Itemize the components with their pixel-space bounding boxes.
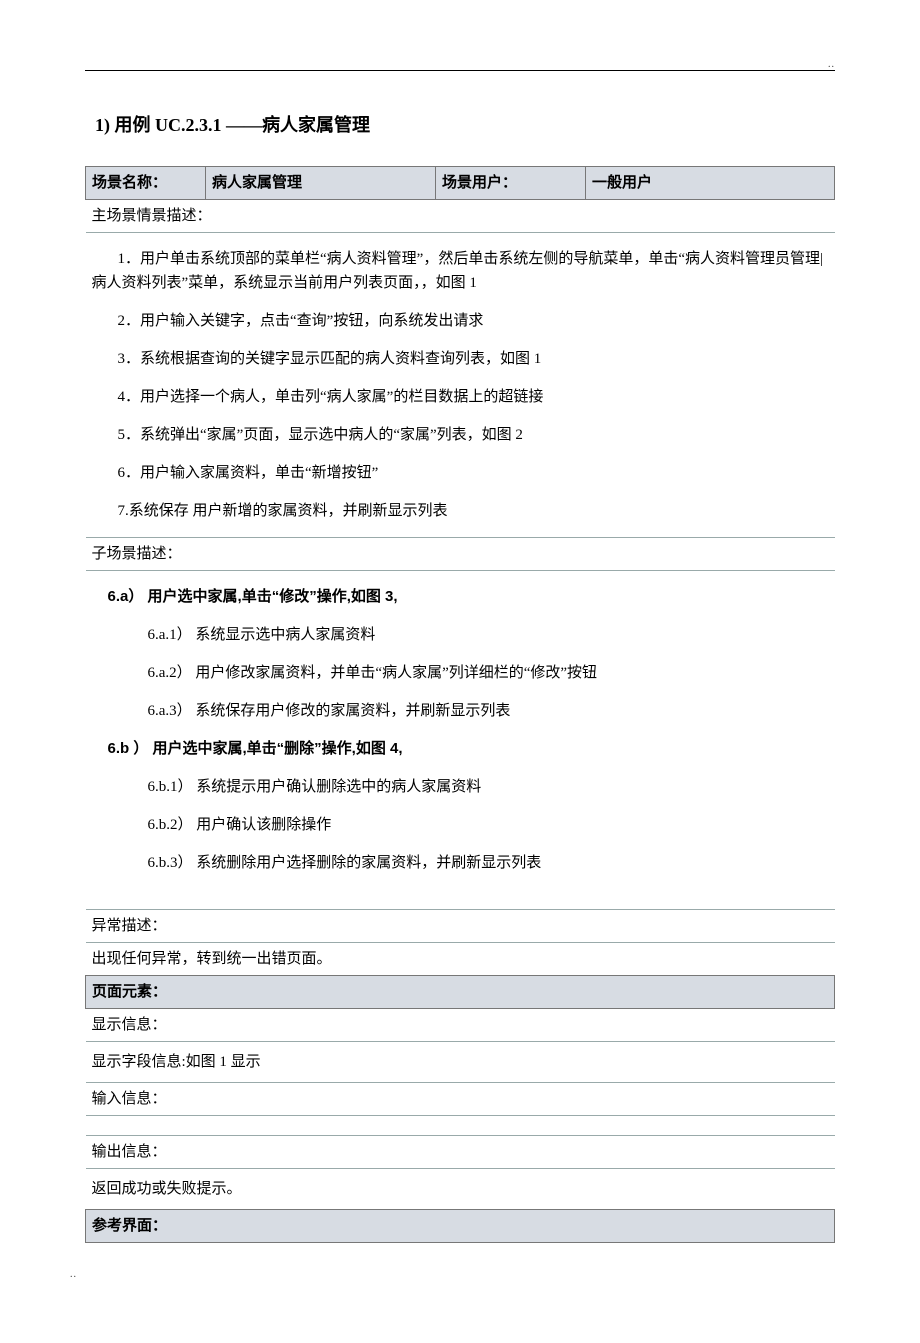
scene-name-value: 病人家属管理 — [206, 166, 436, 199]
sub-b-step: 6.b.3） 系统删除用户选择删除的家属资料，并刷新显示列表 — [92, 851, 829, 875]
sub-b-step: 6.b.2） 用户确认该删除操作 — [92, 813, 829, 837]
main-step: 3．系统根据查询的关键字显示匹配的病人资料查询列表，如图 1 — [92, 347, 829, 371]
main-step: 5．系统弹出“家属”页面，显示选中病人的“家属”列表，如图 2 — [92, 423, 829, 447]
use-case-title: 1) 用例 UC.2.3.1 ——病人家属管理 — [95, 111, 835, 140]
exception-label: 异常描述： — [86, 909, 835, 942]
top-rule: .. — [85, 70, 835, 71]
document-page: .. 1) 用例 UC.2.3.1 ——病人家属管理 场景名称： 病人家属管理 … — [0, 0, 920, 1343]
use-case-table: 场景名称： 病人家属管理 场景用户： 一般用户 主场景情景描述： 1．用户单击系… — [85, 166, 835, 1243]
scene-name-label: 场景名称： — [86, 166, 206, 199]
header-mark: .. — [828, 57, 835, 73]
main-step: 2．用户输入关键字，点击“查询”按钮，向系统发出请求 — [92, 309, 829, 333]
sub-a-step: 6.a.2） 用户修改家属资料，并单击“病人家属”列详细栏的“修改”按钮 — [92, 661, 829, 685]
main-step: 6．用户输入家属资料，单击“新增按钮” — [92, 461, 829, 485]
input-empty — [86, 1115, 835, 1135]
sub-scene-label: 子场景描述： — [86, 537, 835, 570]
display-label: 显示信息： — [86, 1008, 835, 1041]
sub-b-heading: 6.b ） 用户选中家属,单击“删除”操作,如图 4, — [92, 737, 829, 761]
scene-user-label: 场景用户： — [436, 166, 586, 199]
footer-mark: .. — [70, 1267, 77, 1283]
main-steps-cell: 1．用户单击系统顶部的菜单栏“病人资料管理”，然后单击系统左侧的导航菜单，单击“… — [86, 232, 835, 537]
main-step: 1．用户单击系统顶部的菜单栏“病人资料管理”，然后单击系统左侧的导航菜单，单击“… — [92, 247, 829, 295]
page-elements-label: 页面元素： — [86, 975, 835, 1008]
input-label: 输入信息： — [86, 1082, 835, 1115]
display-text: 显示字段信息:如图 1 显示 — [86, 1041, 835, 1082]
sub-a-heading: 6.a） 用户选中家属,单击“修改”操作,如图 3, — [92, 585, 829, 609]
output-label: 输出信息： — [86, 1135, 835, 1168]
sub-a-step: 6.a.1） 系统显示选中病人家属资料 — [92, 623, 829, 647]
sub-b-step: 6.b.1） 系统提示用户确认删除选中的病人家属资料 — [92, 775, 829, 799]
exception-text: 出现任何异常，转到统一出错页面。 — [86, 942, 835, 975]
main-scene-label: 主场景情景描述： — [86, 199, 835, 232]
scene-user-value: 一般用户 — [586, 166, 835, 199]
output-text: 返回成功或失败提示。 — [86, 1168, 835, 1209]
sub-a-step: 6.a.3） 系统保存用户修改的家属资料，并刷新显示列表 — [92, 699, 829, 723]
sub-steps-cell: 6.a） 用户选中家属,单击“修改”操作,如图 3, 6.a.1） 系统显示选中… — [86, 570, 835, 909]
main-step: 4．用户选择一个病人，单击列“病人家属”的栏目数据上的超链接 — [92, 385, 829, 409]
ref-ui-label: 参考界面： — [86, 1209, 835, 1242]
main-step: 7.系统保存 用户新增的家属资料，并刷新显示列表 — [92, 499, 829, 523]
